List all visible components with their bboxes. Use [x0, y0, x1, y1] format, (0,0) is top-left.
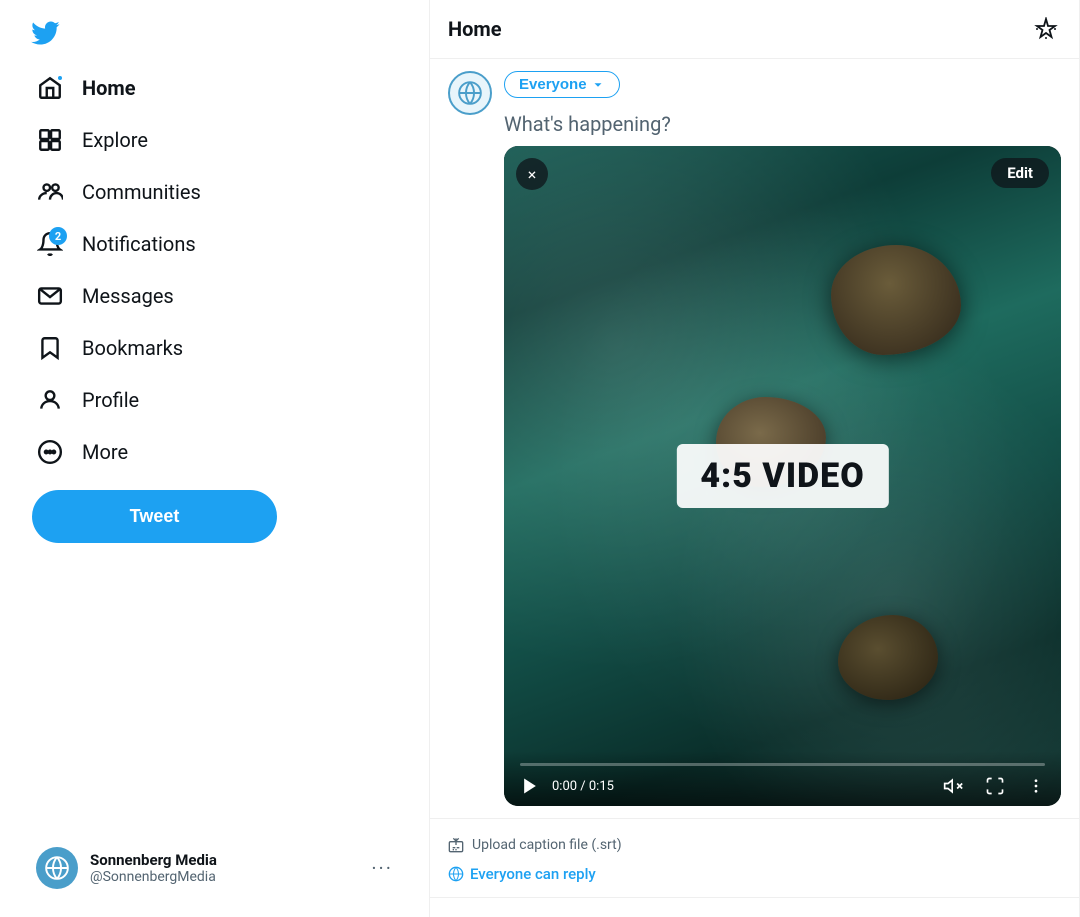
page-title: Home	[448, 17, 502, 41]
nav-item-notifications[interactable]: 2 Notifications	[20, 218, 212, 270]
everyone-reply[interactable]: Everyone can reply	[448, 861, 1061, 883]
fullscreen-button[interactable]	[985, 776, 1005, 796]
profile-icon	[36, 386, 64, 414]
video-label: 4:5 VIDEO	[676, 444, 888, 508]
footer-name: Sonnenberg Media	[90, 851, 371, 869]
compose-area: Everyone What's happening?	[430, 59, 1079, 819]
main-header: Home	[430, 0, 1079, 59]
caption-upload[interactable]: Upload caption file (.srt)	[448, 829, 1061, 861]
explore-icon	[36, 126, 64, 154]
nav-item-home[interactable]: Home	[20, 62, 152, 114]
more-options-button[interactable]	[1027, 777, 1045, 795]
messages-icon	[36, 282, 64, 310]
compose-avatar	[448, 71, 492, 115]
mute-button[interactable]	[943, 776, 963, 796]
footer-more-dots[interactable]: ···	[371, 856, 393, 880]
compose-placeholder[interactable]: What's happening?	[504, 112, 1061, 136]
nav-label-communities: Communities	[82, 180, 201, 204]
home-dot	[56, 74, 64, 82]
twitter-logo[interactable]	[20, 8, 70, 58]
edit-video-button[interactable]: Edit	[991, 158, 1049, 188]
caption-label: Upload caption file (.srt)	[472, 837, 622, 853]
nav-item-bookmarks[interactable]: Bookmarks	[20, 322, 199, 374]
sparkle-icon[interactable]	[1031, 14, 1061, 44]
sidebar-footer[interactable]: Sonnenberg Media @SonnenbergMedia ···	[20, 835, 409, 901]
compose-right: Everyone What's happening?	[504, 71, 1061, 806]
audience-selector[interactable]: Everyone	[504, 71, 620, 98]
time-display: 0:00 / 0:15	[552, 779, 931, 794]
twitter-bird-icon	[30, 18, 60, 48]
globe-icon	[448, 866, 464, 882]
sidebar: Home Explore	[0, 0, 430, 917]
nav-item-messages[interactable]: Messages	[20, 270, 190, 322]
footer-avatar	[36, 847, 78, 889]
nav-label-more: More	[82, 440, 128, 464]
tweet-button[interactable]: Tweet	[32, 490, 277, 543]
nav-label-notifications: Notifications	[82, 232, 196, 256]
caption-icon	[448, 837, 464, 853]
nav-item-profile[interactable]: Profile	[20, 374, 155, 426]
nav-label-home: Home	[82, 76, 136, 100]
play-button[interactable]	[520, 776, 540, 796]
video-preview: 4:5 VIDEO × Edit	[504, 146, 1061, 806]
compose-bottom: Upload caption file (.srt) Everyone can …	[430, 819, 1079, 898]
more-icon	[36, 438, 64, 466]
communities-icon	[36, 178, 64, 206]
everyone-reply-label: Everyone can reply	[470, 865, 596, 883]
nav-item-more[interactable]: More	[20, 426, 144, 478]
chevron-down-icon	[591, 78, 605, 92]
video-controls: 0:00 / 0:15	[504, 751, 1061, 806]
nav-label-explore: Explore	[82, 128, 148, 152]
compose-row: Everyone What's happening?	[448, 71, 1061, 806]
controls-row: 0:00 / 0:15	[520, 776, 1045, 796]
footer-info: Sonnenberg Media @SonnenbergMedia	[90, 851, 371, 885]
footer-handle: @SonnenbergMedia	[90, 869, 371, 885]
nav-item-explore[interactable]: Explore	[20, 114, 164, 166]
audience-label: Everyone	[519, 76, 587, 93]
home-icon	[36, 74, 64, 102]
nav-label-messages: Messages	[82, 284, 174, 308]
video-container: 4:5 VIDEO × Edit	[504, 146, 1061, 806]
nav-label-profile: Profile	[82, 388, 139, 412]
nav-label-bookmarks: Bookmarks	[82, 336, 183, 360]
main-content: Home Everyone	[430, 0, 1080, 917]
notification-badge: 2	[49, 227, 67, 245]
main-nav: Home Explore	[20, 62, 409, 478]
close-video-button[interactable]: ×	[516, 158, 548, 190]
notifications-icon: 2	[36, 230, 64, 258]
progress-track[interactable]	[520, 763, 1045, 766]
bookmarks-icon	[36, 334, 64, 362]
nav-item-communities[interactable]: Communities	[20, 166, 217, 218]
